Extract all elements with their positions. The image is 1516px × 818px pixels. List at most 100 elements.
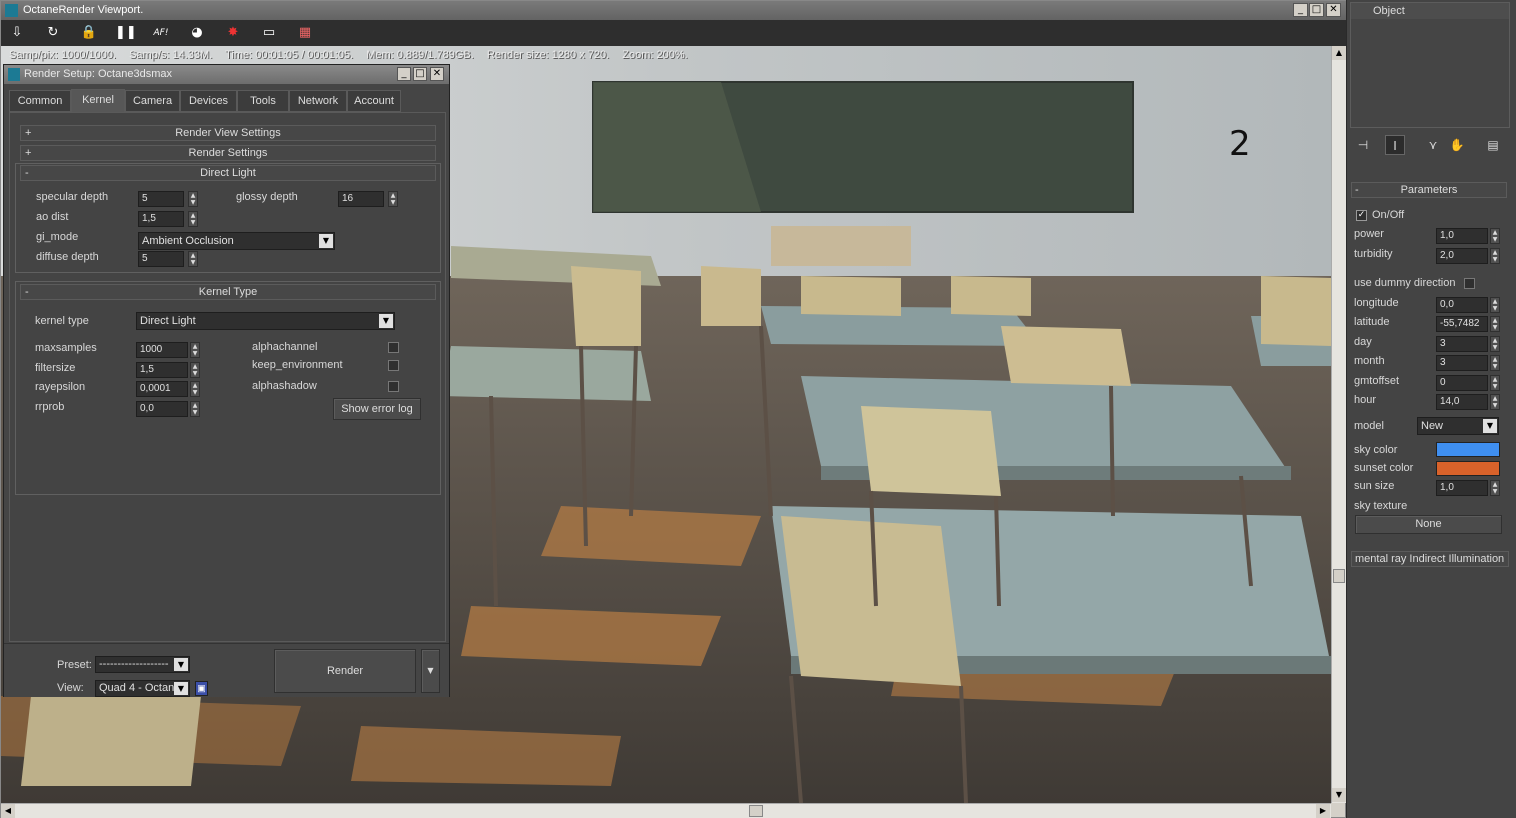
use-dummy-direction-checkbox[interactable]	[1464, 278, 1475, 289]
spinner-arrows-icon[interactable]: ▲ ▼	[190, 362, 200, 378]
scroll-up-icon[interactable]: ▲	[1332, 46, 1346, 60]
spinner-arrows-icon[interactable]: ▲ ▼	[1490, 336, 1500, 352]
lock-view-icon[interactable]: ▣	[195, 681, 208, 696]
spinner-arrows-icon[interactable]: ▲ ▼	[1490, 248, 1500, 264]
spinner-arrows-icon[interactable]: ▲ ▼	[1490, 228, 1500, 244]
ao-dist-input[interactable]: 1,5	[138, 211, 184, 227]
tab-tools[interactable]: Tools	[237, 90, 289, 112]
spinner-arrows-icon[interactable]: ▲ ▼	[1490, 375, 1500, 391]
rayepsilon-input[interactable]: 0,0001	[136, 381, 188, 397]
remove-modifier-icon[interactable]: ✋	[1447, 135, 1467, 155]
close-button[interactable]: ✕	[1326, 3, 1341, 17]
rollout-render-view-settings[interactable]: + Render View Settings	[20, 125, 436, 141]
spinner-arrows-icon[interactable]: ▲ ▼	[188, 191, 198, 207]
make-unique-icon[interactable]: ⋎	[1423, 135, 1443, 155]
spinner-arrows-icon[interactable]: ▲ ▼	[190, 401, 200, 417]
render-setup-titlebar[interactable]: Render Setup: Octane3dsmax _ □ ✕	[4, 65, 449, 84]
kernel-type-dropdown[interactable]: Direct Light ▼	[136, 312, 395, 330]
filtersize-input[interactable]: 1,5	[136, 362, 188, 378]
scroll-left-icon[interactable]: ◀	[1, 804, 15, 818]
film-icon[interactable]: ▦	[295, 24, 315, 42]
minimize-button[interactable]: _	[397, 67, 411, 81]
keep-environment-checkbox[interactable]	[388, 360, 399, 371]
spinner-arrows-icon[interactable]: ▲ ▼	[190, 342, 200, 358]
spinner-arrows-icon[interactable]: ▲ ▼	[188, 211, 198, 227]
tab-network[interactable]: Network	[289, 90, 347, 112]
render-options-chevron-icon[interactable]: ▼	[421, 649, 440, 693]
pin-stack-icon[interactable]: ⊣	[1353, 135, 1373, 155]
color-wheel-icon[interactable]: ◕	[187, 24, 207, 42]
month-label: month	[1354, 355, 1385, 367]
render-button[interactable]: Render	[274, 649, 416, 693]
longitude-input[interactable]: 0,0	[1436, 297, 1488, 313]
af-icon[interactable]: AF!	[151, 24, 171, 42]
month-input[interactable]: 3	[1436, 355, 1488, 371]
turbidity-input[interactable]: 2,0	[1436, 248, 1488, 264]
render-stats-bar: Samp/pix: 1000/1000. Samp/s: 14.33M. Tim…	[1, 46, 1331, 65]
gi-mode-dropdown[interactable]: Ambient Occlusion ▼	[138, 232, 335, 250]
show-error-log-button[interactable]: Show error log	[333, 398, 421, 420]
rollout-render-settings[interactable]: + Render Settings	[20, 145, 436, 161]
day-input[interactable]: 3	[1436, 336, 1488, 352]
spinner-arrows-icon[interactable]: ▲ ▼	[388, 191, 398, 207]
power-input[interactable]: 1,0	[1436, 228, 1488, 244]
scroll-right-icon[interactable]: ▶	[1316, 804, 1330, 818]
tab-common[interactable]: Common	[9, 90, 71, 112]
lifebuoy-icon[interactable]: ✸	[223, 24, 243, 42]
spinner-arrows-icon[interactable]: ▲ ▼	[190, 381, 200, 397]
spinner-arrows-icon[interactable]: ▲ ▼	[1490, 394, 1500, 410]
latitude-input[interactable]: -55,7482	[1436, 316, 1488, 332]
horizontal-scrollbar[interactable]: ◀ ▶	[1, 803, 1331, 818]
minimize-button[interactable]: _	[1293, 3, 1308, 17]
preset-label: Preset:	[57, 659, 92, 671]
maximize-button[interactable]: □	[413, 67, 427, 81]
rollout-direct-light[interactable]: - Direct Light	[20, 165, 436, 181]
specular-depth-label: specular depth	[36, 191, 109, 203]
vertical-scrollbar[interactable]: ▲ ▼	[1331, 46, 1346, 803]
tab-camera[interactable]: Camera	[125, 90, 180, 112]
tab-devices[interactable]: Devices	[180, 90, 237, 112]
sun-size-input[interactable]: 1,0	[1436, 480, 1488, 496]
show-end-result-icon[interactable]: I	[1385, 135, 1405, 155]
lock-icon[interactable]: 🔒	[79, 24, 99, 42]
diffuse-depth-input[interactable]: 5	[138, 251, 184, 267]
spinner-arrows-icon[interactable]: ▲ ▼	[1490, 316, 1500, 332]
glossy-depth-input[interactable]: 16	[338, 191, 384, 207]
horizontal-scroll-thumb[interactable]	[749, 805, 763, 817]
sky-color-swatch[interactable]	[1436, 442, 1500, 457]
rollout-kernel-type[interactable]: - Kernel Type	[20, 284, 436, 300]
pause-icon[interactable]: ❚❚	[115, 24, 137, 42]
kernel-tab-panel: + Render View Settings + Render Settings…	[9, 112, 446, 642]
vertical-scroll-thumb[interactable]	[1333, 569, 1345, 583]
preset-dropdown[interactable]: ------------------- ▼	[95, 656, 190, 673]
maxsamples-input[interactable]: 1000	[136, 342, 188, 358]
sunset-color-swatch[interactable]	[1436, 461, 1500, 476]
restart-icon[interactable]: ↻	[43, 24, 63, 42]
tab-kernel[interactable]: Kernel	[71, 89, 125, 113]
hour-input[interactable]: 14,0	[1436, 394, 1488, 410]
rrprob-input[interactable]: 0,0	[136, 401, 188, 417]
alphachannel-checkbox[interactable]	[388, 342, 399, 353]
model-dropdown[interactable]: New ▼	[1417, 417, 1499, 435]
close-button[interactable]: ✕	[430, 67, 444, 81]
specular-depth-input[interactable]: 5	[138, 191, 184, 207]
tab-account[interactable]: Account	[347, 90, 401, 112]
power-label: power	[1354, 228, 1384, 240]
save-icon[interactable]: ⇩	[7, 24, 27, 42]
rollout-parameters[interactable]: - Parameters	[1351, 182, 1507, 198]
scroll-down-icon[interactable]: ▼	[1332, 788, 1346, 802]
on-off-checkbox[interactable]: ✓	[1356, 210, 1367, 221]
spinner-arrows-icon[interactable]: ▲ ▼	[188, 251, 198, 267]
alphashadow-checkbox[interactable]	[388, 381, 399, 392]
rollout-mental-ray-indirect-illumination[interactable]: mental ray Indirect Illumination	[1351, 551, 1509, 567]
configure-modifier-sets-icon[interactable]: ▤	[1483, 135, 1503, 155]
rrprob-label: rrprob	[35, 401, 65, 413]
maximize-button[interactable]: □	[1309, 3, 1324, 17]
sky-texture-button[interactable]: None	[1355, 515, 1502, 534]
spinner-arrows-icon[interactable]: ▲ ▼	[1490, 355, 1500, 371]
display-icon[interactable]: ▭	[259, 24, 279, 42]
view-dropdown[interactable]: Quad 4 - Octane ▼	[95, 680, 190, 697]
spinner-arrows-icon[interactable]: ▲ ▼	[1490, 297, 1500, 313]
spinner-arrows-icon[interactable]: ▲ ▼	[1490, 480, 1500, 496]
gmtoffset-input[interactable]: 0	[1436, 375, 1488, 391]
